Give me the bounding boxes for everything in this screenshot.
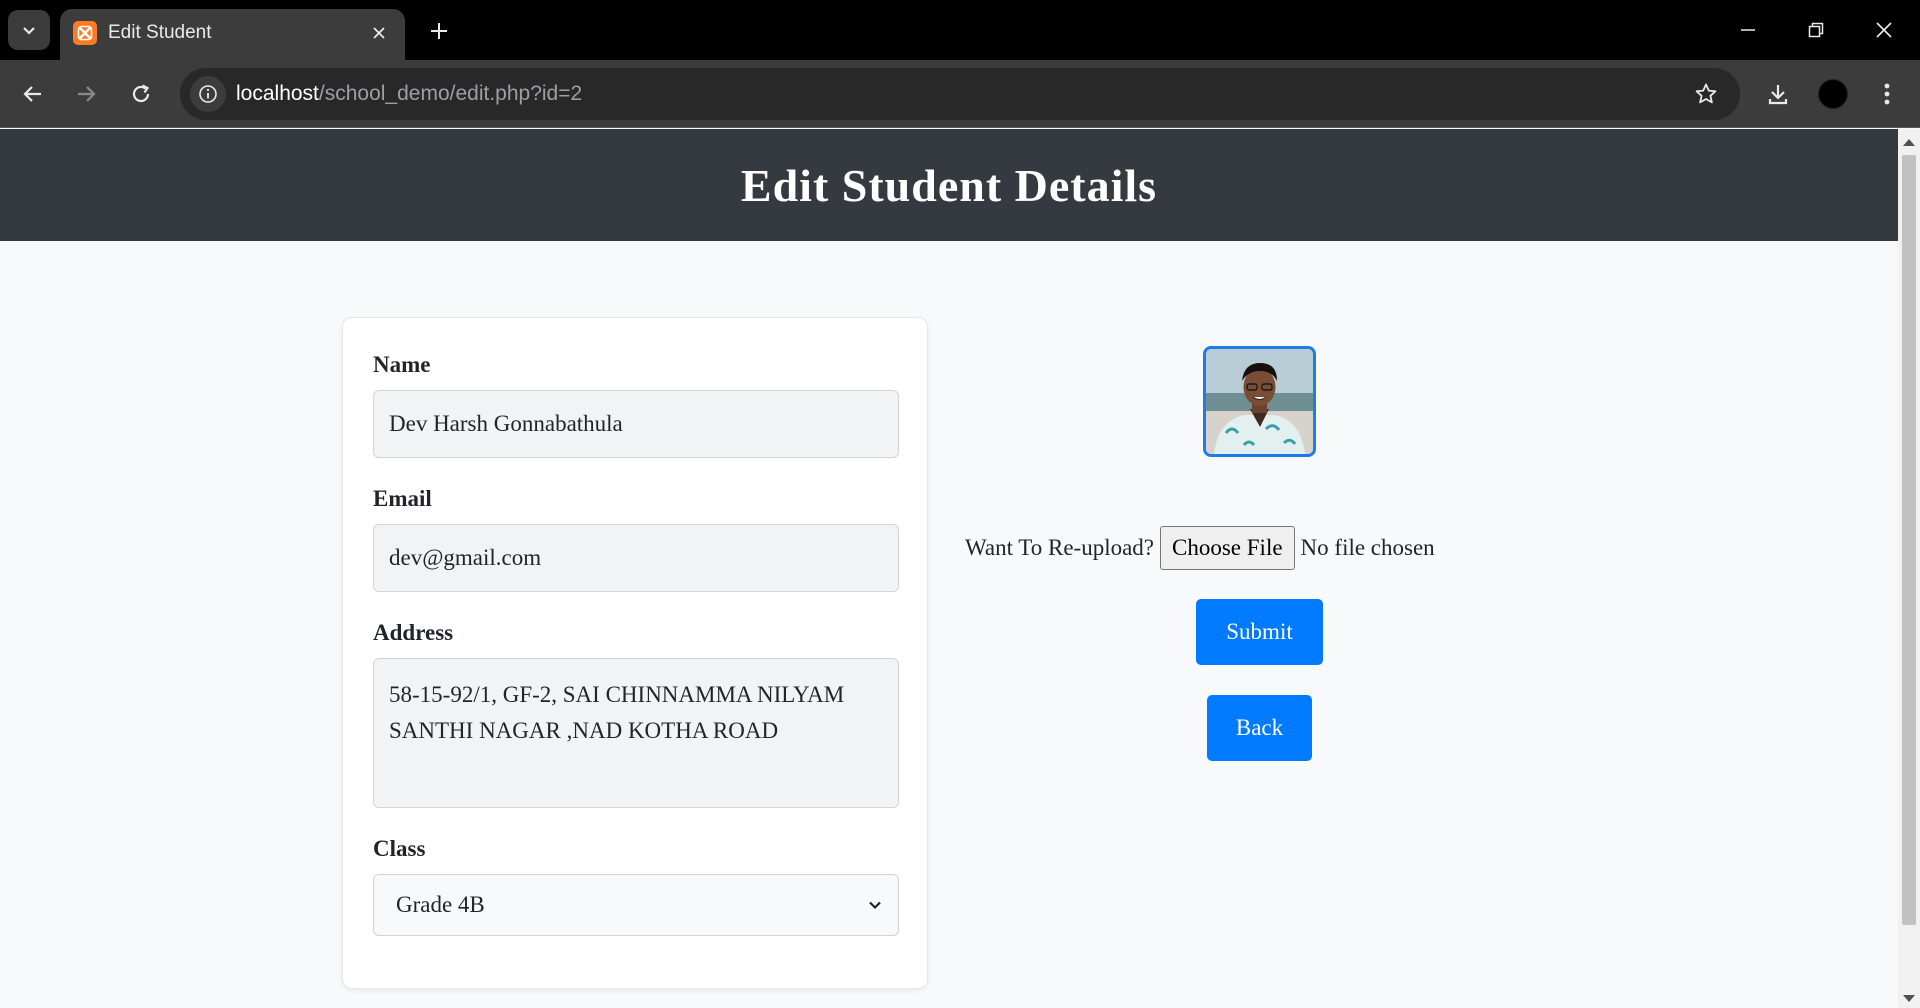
more-menu-icon[interactable] xyxy=(1867,74,1907,114)
tab-title: Edit Student xyxy=(108,22,212,43)
page-viewport: Edit Student Details Name Dev Harsh Gonn… xyxy=(0,129,1898,1008)
close-window-icon[interactable] xyxy=(1862,12,1906,48)
vertical-scrollbar[interactable] xyxy=(1898,129,1920,1008)
close-tab-icon[interactable] xyxy=(367,21,391,45)
site-info-icon[interactable] xyxy=(190,76,226,112)
address-line-1: 58-15-92/1, GF-2, SAI CHINNAMMA NILYAM xyxy=(389,682,845,707)
chevron-down-icon xyxy=(23,27,35,35)
page-title: Edit Student Details xyxy=(740,159,1158,211)
reload-icon[interactable] xyxy=(121,74,161,114)
url-text: localhost/school_demo/edit.php?id=2 xyxy=(236,82,582,106)
class-select[interactable]: Grade 4B xyxy=(373,874,899,936)
student-photo xyxy=(1203,346,1316,457)
file-status-text: No file chosen xyxy=(1300,535,1435,560)
back-button[interactable]: Back xyxy=(1207,695,1312,761)
browser-tab-strip: Edit Student xyxy=(0,0,1920,60)
url-host: localhost xyxy=(236,82,319,105)
xampp-favicon-icon xyxy=(73,21,97,45)
scrollbar-thumb[interactable] xyxy=(1902,155,1916,925)
bookmark-star-icon[interactable] xyxy=(1692,80,1720,108)
tab-search-button[interactable] xyxy=(8,10,50,50)
address-bar[interactable]: localhost/school_demo/edit.php?id=2 xyxy=(180,68,1740,120)
class-selected-value: Grade 4B xyxy=(396,892,485,917)
student-form-card: Name Dev Harsh Gonnabathula Email dev@gm… xyxy=(342,317,928,989)
profile-avatar[interactable] xyxy=(1818,79,1848,109)
minimize-window-icon[interactable] xyxy=(1726,12,1770,48)
name-input[interactable]: Dev Harsh Gonnabathula xyxy=(373,390,899,458)
address-line-2: SANTHI NAGAR ,NAD KOTHA ROAD xyxy=(389,718,779,743)
download-icon[interactable] xyxy=(1758,74,1798,114)
address-textarea[interactable]: 58-15-92/1, GF-2, SAI CHINNAMMA NILYAM S… xyxy=(373,658,899,808)
name-label: Name xyxy=(373,352,431,377)
scroll-up-arrow-icon[interactable] xyxy=(1903,139,1915,146)
browser-tab-active[interactable]: Edit Student xyxy=(60,9,405,60)
class-label: Class xyxy=(373,836,426,861)
back-arrow-icon[interactable] xyxy=(13,74,53,114)
reupload-label: Want To Re-upload? xyxy=(965,535,1155,560)
browser-toolbar: localhost/school_demo/edit.php?id=2 xyxy=(0,60,1920,128)
page-header: Edit Student Details xyxy=(0,129,1898,241)
url-path: /school_demo/edit.php?id=2 xyxy=(318,82,583,105)
email-input[interactable]: dev@gmail.com xyxy=(373,524,899,592)
chevron-down-icon xyxy=(869,901,881,910)
submit-button[interactable]: Submit xyxy=(1196,599,1323,665)
forward-arrow-icon[interactable] xyxy=(66,74,106,114)
reupload-row: Want To Re-upload? Choose File No file c… xyxy=(965,526,1435,570)
new-tab-plus-icon[interactable] xyxy=(424,16,454,46)
address-label: Address xyxy=(373,620,454,645)
restore-window-icon[interactable] xyxy=(1794,12,1838,48)
email-label: Email xyxy=(373,486,432,511)
scroll-down-arrow-icon[interactable] xyxy=(1903,995,1915,1002)
choose-file-button[interactable]: Choose File xyxy=(1160,526,1295,570)
